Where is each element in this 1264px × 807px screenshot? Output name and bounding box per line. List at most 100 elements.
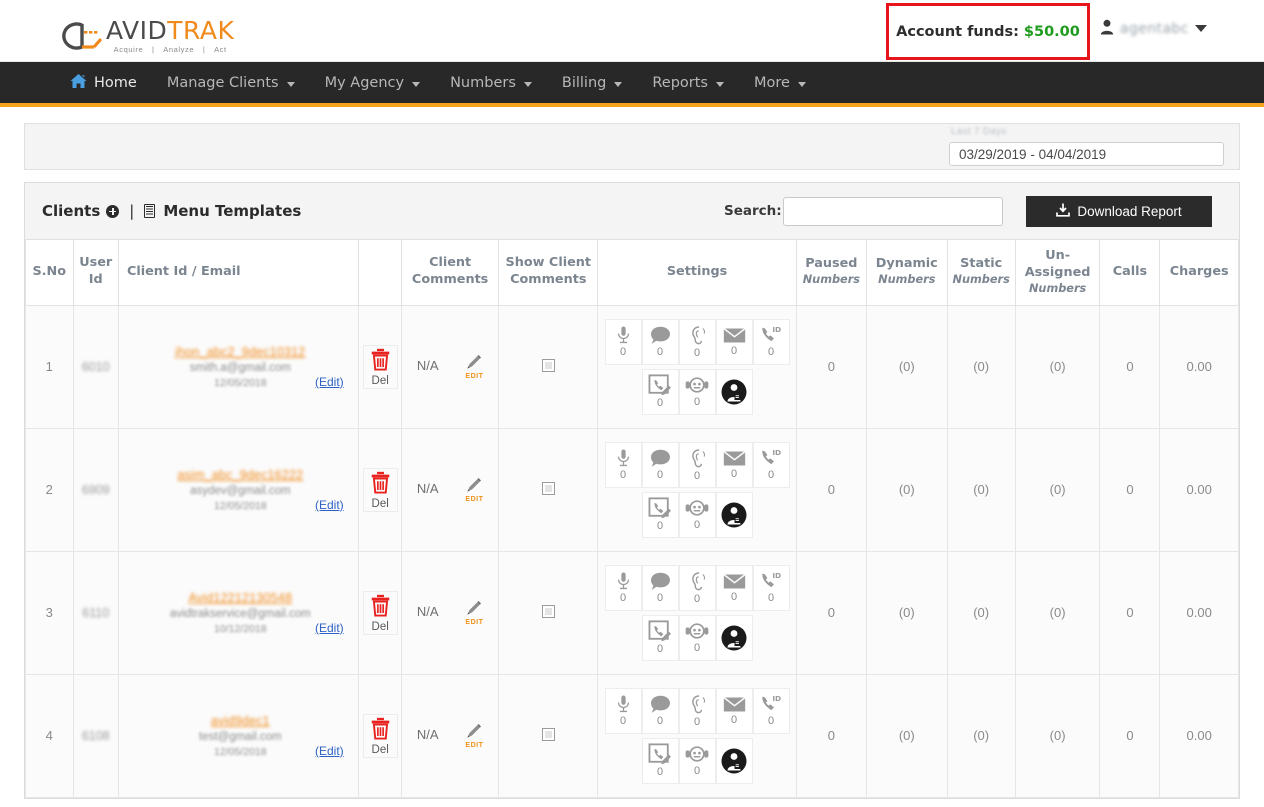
delete-button[interactable]: Del <box>362 713 398 758</box>
setting-caller-id-phone-icon[interactable]: 0 <box>752 318 790 365</box>
cell-delete: Del <box>357 550 403 675</box>
edit-comments-button[interactable]: EDIT <box>465 722 483 749</box>
brand-logo[interactable]: AVIDTRAK Acquire | Analyze | Act <box>58 8 234 54</box>
client-created-date: 12/05/2018 <box>214 745 267 758</box>
client-name-link[interactable]: avid9dec1 <box>131 714 350 728</box>
setting-envelope-icon[interactable]: 0 <box>715 318 753 365</box>
setting-caller-id-phone-icon[interactable]: 0 <box>752 441 790 488</box>
setting-envelope-icon[interactable]: 0 <box>715 441 753 488</box>
setting-icon-count: 0 <box>730 713 738 726</box>
setting-call-note-icon[interactable]: 0 <box>641 491 679 538</box>
setting-ear-whisper-icon[interactable]: 0 <box>678 318 716 365</box>
setting-person-badge-icon[interactable] <box>715 737 753 784</box>
setting-headset-agent-icon[interactable]: 0 <box>678 737 716 784</box>
setting-envelope-icon[interactable]: 0 <box>715 687 753 734</box>
setting-speech-bubble-icon[interactable]: 0 <box>641 318 679 365</box>
client-email: avidtrakservice@gmail.com <box>169 607 311 620</box>
cell-sno: 1 <box>25 304 74 429</box>
nav-item-more[interactable]: More <box>754 75 806 91</box>
col-client-comments: Client Comments <box>401 240 500 306</box>
col-user-id: User Id <box>72 240 119 306</box>
menu-templates-link[interactable]: Menu Templates <box>163 202 301 220</box>
account-funds-amount: $50.00 <box>1023 23 1080 40</box>
nav-item-numbers[interactable]: Numbers <box>450 75 532 91</box>
show-comments-checkbox[interactable] <box>541 481 555 495</box>
setting-icon-count: 0 <box>693 642 701 655</box>
delete-button[interactable]: Del <box>362 344 398 389</box>
tagline-analyze: Analyze <box>163 45 195 54</box>
edit-comments-button[interactable]: EDIT <box>465 476 483 503</box>
setting-call-note-icon[interactable]: 0 <box>641 614 679 661</box>
cell-sno: 3 <box>25 550 74 675</box>
headset-agent-icon <box>685 498 709 518</box>
col-sno: S.No <box>25 240 74 306</box>
setting-person-badge-icon[interactable] <box>715 491 753 538</box>
setting-speech-bubble-icon[interactable]: 0 <box>641 564 679 611</box>
setting-speech-bubble-icon[interactable]: 0 <box>641 441 679 488</box>
delete-label: Del <box>371 620 389 633</box>
pencil-icon <box>465 476 483 497</box>
nav-item-manage-clients-label: Manage Clients <box>166 74 279 91</box>
nav-item-home[interactable]: Home <box>70 73 137 93</box>
nav-item-billing[interactable]: Billing <box>562 75 623 91</box>
user-menu[interactable]: agentabc <box>1100 19 1207 38</box>
setting-call-note-icon[interactable]: 0 <box>641 368 679 415</box>
setting-speech-bubble-icon[interactable]: 0 <box>641 687 679 734</box>
settings-icon-row-2: 0 0 <box>641 368 753 415</box>
chevron-down-icon <box>614 81 623 87</box>
setting-headset-agent-icon[interactable]: 0 <box>678 368 716 415</box>
delete-button[interactable]: Del <box>362 467 398 512</box>
show-comments-checkbox[interactable] <box>541 358 555 372</box>
client-name-link[interactable]: asim_abc_9dec16222 <box>131 468 350 482</box>
setting-microphone-icon[interactable]: 0 <box>604 687 642 734</box>
setting-call-note-icon[interactable]: 0 <box>641 737 679 784</box>
cell-dynamic: (0) <box>865 427 948 552</box>
setting-person-badge-icon[interactable] <box>715 368 753 415</box>
show-comments-checkbox[interactable] <box>541 604 555 618</box>
nav-item-my-agency[interactable]: My Agency <box>325 75 421 91</box>
client-email: smith.a@gmail.com <box>189 361 291 374</box>
date-range-input[interactable] <box>949 142 1224 166</box>
nav-item-reports-label: Reports <box>652 74 708 91</box>
brand-name-primary: AVID <box>106 16 168 45</box>
setting-ear-whisper-icon[interactable]: 0 <box>678 441 716 488</box>
nav-item-manage-clients[interactable]: Manage Clients <box>167 75 295 91</box>
template-icon[interactable] <box>144 204 156 218</box>
setting-icon-count: 0 <box>693 519 701 532</box>
chevron-down-icon[interactable] <box>1194 25 1207 32</box>
setting-ear-whisper-icon[interactable]: 0 <box>678 564 716 611</box>
setting-headset-agent-icon[interactable]: 0 <box>678 614 716 661</box>
setting-person-badge-icon[interactable] <box>715 614 753 661</box>
setting-headset-agent-icon[interactable]: 0 <box>678 491 716 538</box>
call-note-icon <box>648 743 672 765</box>
cell-static: (0) <box>946 427 1016 552</box>
cell-charges: 0.00 <box>1159 550 1239 675</box>
download-report-button[interactable]: Download Report <box>1026 196 1212 227</box>
avidtrak-mark-icon <box>58 20 104 54</box>
settings-icon-row-1: 0 0 0 0 0 <box>604 687 790 734</box>
setting-ear-whisper-icon[interactable]: 0 <box>678 687 716 734</box>
plus-circle-icon[interactable] <box>106 204 120 218</box>
edit-comments-button[interactable]: EDIT <box>465 353 483 380</box>
setting-microphone-icon[interactable]: 0 <box>604 318 642 365</box>
brand-tagline: Acquire | Analyze | Act <box>106 46 234 54</box>
cell-user-id: 6010 <box>72 304 119 429</box>
cell-static: (0) <box>946 550 1016 675</box>
cell-dynamic: (0) <box>865 550 948 675</box>
setting-microphone-icon[interactable]: 0 <box>604 564 642 611</box>
user-icon <box>1100 19 1114 38</box>
delete-button[interactable]: Del <box>362 590 398 635</box>
setting-caller-id-phone-icon[interactable]: 0 <box>752 564 790 611</box>
setting-icon-count: 0 <box>693 469 701 482</box>
edit-comments-button[interactable]: EDIT <box>465 599 483 626</box>
client-name-link[interactable]: Avid12212130548 <box>131 591 350 605</box>
setting-microphone-icon[interactable]: 0 <box>604 441 642 488</box>
cell-settings: 0 0 0 0 0 0 0 <box>597 550 797 675</box>
setting-caller-id-phone-icon[interactable]: 0 <box>752 687 790 734</box>
caller-id-phone-icon <box>760 571 783 591</box>
client-name-link[interactable]: jhon_abc2_9dec10312 <box>131 345 350 359</box>
setting-envelope-icon[interactable]: 0 <box>715 564 753 611</box>
show-comments-checkbox[interactable] <box>541 727 555 741</box>
search-input[interactable] <box>783 197 1003 226</box>
nav-item-reports[interactable]: Reports <box>652 75 724 91</box>
